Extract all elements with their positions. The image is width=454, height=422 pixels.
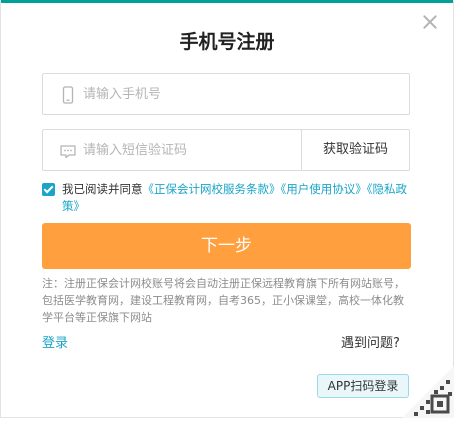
- dialog-border-left: [0, 0, 1, 418]
- user-agreement-link[interactable]: 《用户使用协议》: [281, 182, 367, 196]
- registration-note: 注：注册正保会计网校账号将会自动注册正保远程教育旗下所有网站账号，包括医学教育网…: [42, 277, 405, 324]
- get-code-button[interactable]: 获取验证码: [301, 130, 409, 170]
- sms-code-input[interactable]: [83, 130, 293, 170]
- qr-code-icon[interactable]: [402, 366, 454, 418]
- service-terms-link[interactable]: 《正保会计网校服务条款》: [143, 182, 281, 196]
- agreement-prefix: 我已阅读并同意: [62, 182, 143, 196]
- help-link[interactable]: 遇到问题?: [341, 332, 400, 351]
- message-dots-icon: [59, 142, 77, 160]
- page-title: 手机号注册: [179, 31, 275, 53]
- app-scan-login-button[interactable]: APP扫码登录: [317, 374, 409, 398]
- phone-input[interactable]: [83, 74, 403, 114]
- agreement-text: 我已阅读并同意《正保会计网校服务条款》《用户使用协议》《隐私政策》: [62, 181, 410, 215]
- mobile-phone-icon: [59, 86, 77, 104]
- agreement-checkbox[interactable]: [42, 183, 55, 196]
- phone-field[interactable]: [42, 73, 410, 115]
- sms-code-field[interactable]: 获取验证码: [42, 129, 410, 171]
- top-accent-strip: [0, 0, 454, 3]
- login-link[interactable]: 登录: [42, 332, 68, 351]
- next-step-button[interactable]: 下一步: [42, 223, 411, 269]
